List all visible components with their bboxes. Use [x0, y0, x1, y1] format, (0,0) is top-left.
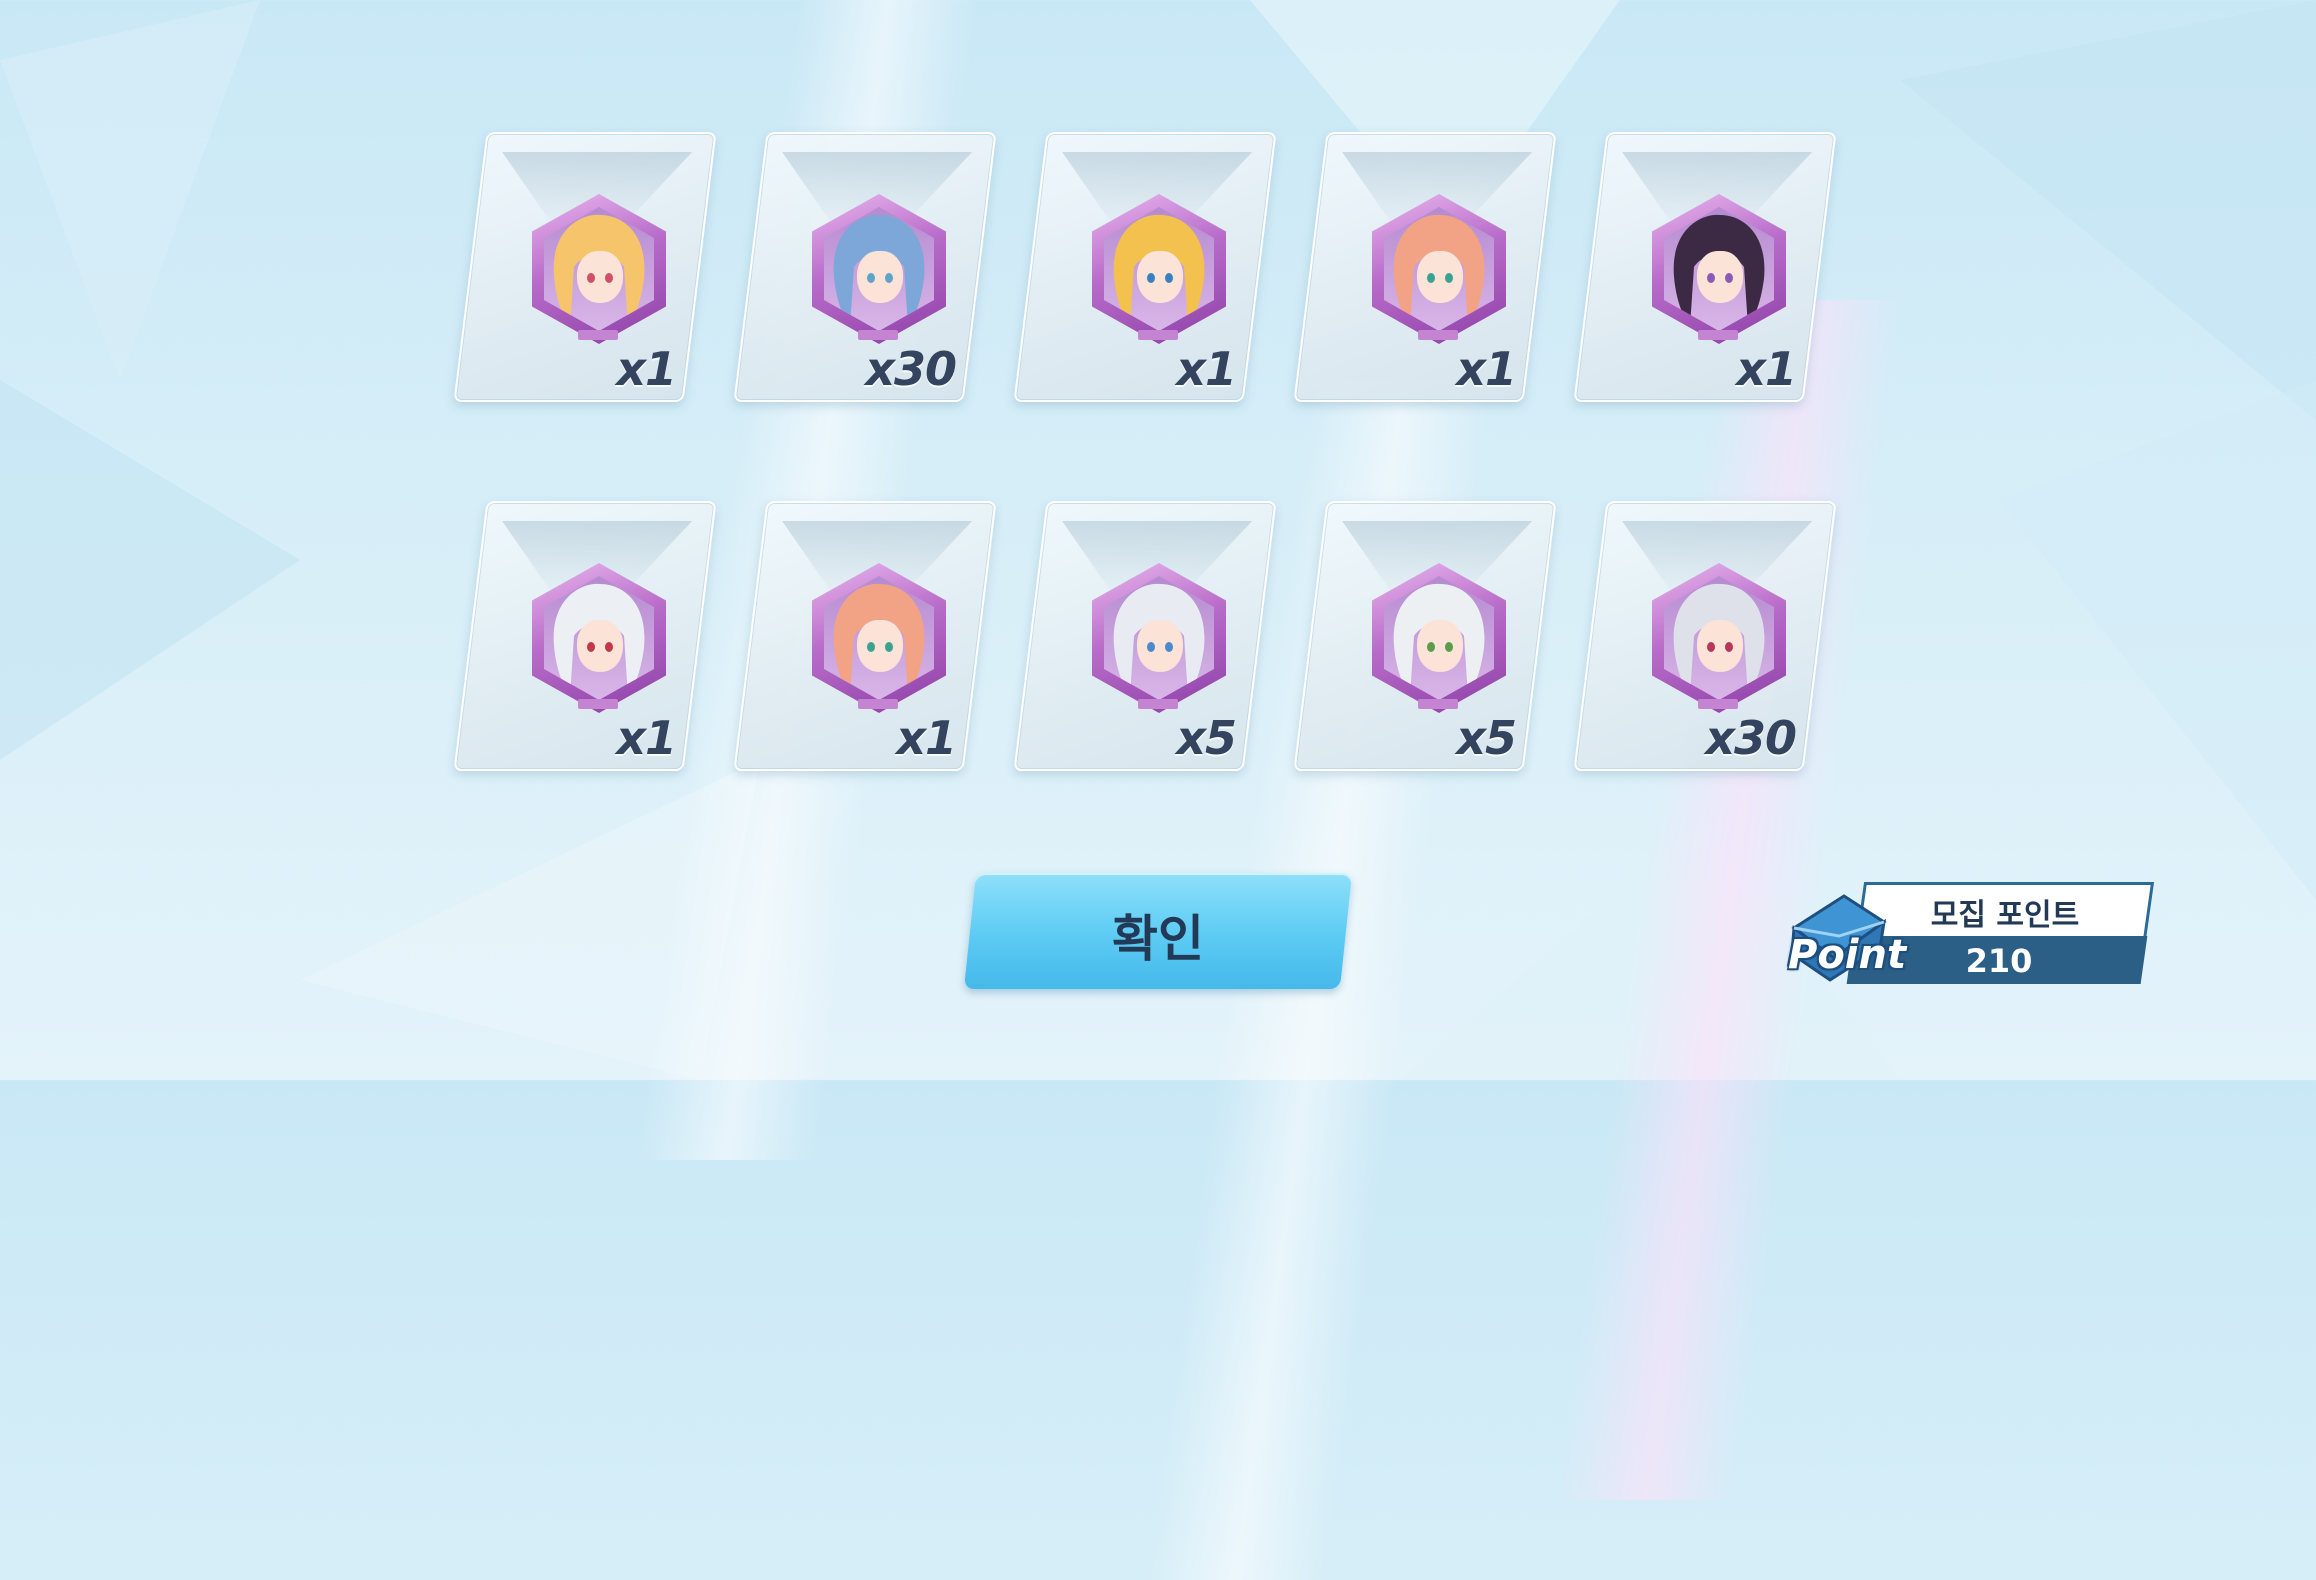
reward-card[interactable]: x1: [453, 501, 717, 771]
reward-quantity: x30: [865, 342, 957, 396]
reward-card[interactable]: x1: [1293, 132, 1557, 402]
reward-quantity: x1: [1736, 342, 1797, 396]
reward-quantity: x30: [1705, 711, 1797, 765]
character-portrait-white-hair: [544, 576, 654, 700]
character-portrait-pink-hair-glasses: [824, 576, 934, 700]
rarity-tag: [858, 699, 898, 709]
rarity-tag: [858, 330, 898, 340]
reward-quantity: x5: [1456, 711, 1517, 765]
character-portrait-white-hair-clip: [1384, 576, 1494, 700]
reward-quantity: x1: [1176, 342, 1237, 396]
reward-quantity: x1: [616, 342, 677, 396]
rarity-tag: [1418, 330, 1458, 340]
rarity-tag: [578, 330, 618, 340]
reward-card[interactable]: x1: [1573, 132, 1837, 402]
confirm-button-label: 확인: [1112, 910, 1204, 968]
recruit-points-panel: 모집 포인트 210 Point: [1784, 880, 2155, 990]
reward-card[interactable]: x5: [1013, 501, 1277, 771]
character-portrait-pink-hair-glasses: [1384, 207, 1494, 331]
rarity-tag: [1418, 699, 1458, 709]
character-portrait-silver-long-hair: [1664, 576, 1774, 700]
reward-quantity: x1: [616, 711, 677, 765]
reward-card[interactable]: x30: [1573, 501, 1837, 771]
character-portrait-blue-hair: [824, 207, 934, 331]
character-portrait-blonde-glasses: [544, 207, 654, 331]
reward-quantity: x1: [896, 711, 957, 765]
character-portrait-blonde-ponytail: [1104, 207, 1214, 331]
point-emblem-label: Point: [1788, 932, 1907, 978]
recruit-points-title: 모집 포인트: [1930, 898, 2080, 933]
reward-card[interactable]: x5: [1293, 501, 1557, 771]
reward-quantity: x5: [1176, 711, 1237, 765]
reward-quantity: x1: [1456, 342, 1517, 396]
rarity-tag: [1698, 330, 1738, 340]
rarity-tag: [1138, 699, 1178, 709]
confirm-button[interactable]: 확인: [963, 873, 1353, 989]
reward-card[interactable]: x1: [453, 132, 717, 402]
reward-card[interactable]: x30: [733, 132, 997, 402]
rarity-tag: [1138, 330, 1178, 340]
character-portrait-dark-hair: [1664, 207, 1774, 331]
reward-card[interactable]: x1: [733, 501, 997, 771]
rarity-tag: [1698, 699, 1738, 709]
character-portrait-silver-hair-headband: [1104, 576, 1214, 700]
reward-card[interactable]: x1: [1013, 132, 1277, 402]
rarity-tag: [578, 699, 618, 709]
